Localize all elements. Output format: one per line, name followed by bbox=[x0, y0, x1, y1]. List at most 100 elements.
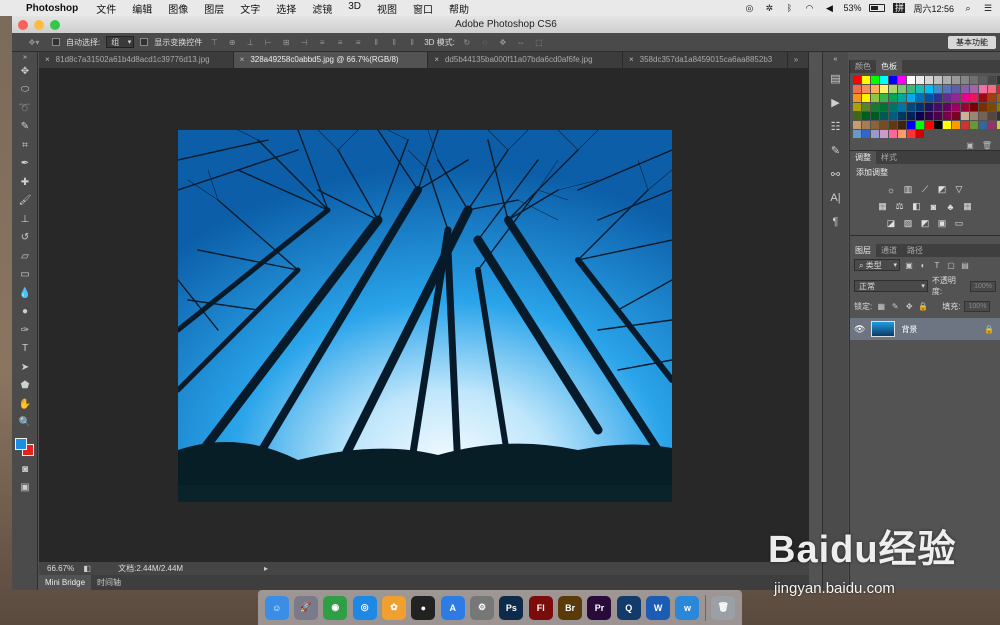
collapse-dock-icon[interactable]: « bbox=[823, 52, 848, 66]
swatch[interactable] bbox=[961, 85, 969, 93]
swatch[interactable] bbox=[943, 76, 951, 84]
swatch[interactable] bbox=[889, 121, 897, 129]
swatch[interactable] bbox=[988, 85, 996, 93]
swatch[interactable] bbox=[907, 130, 915, 138]
invert-icon[interactable]: ◪ bbox=[885, 218, 898, 229]
swatch[interactable] bbox=[943, 121, 951, 129]
swatch[interactable] bbox=[898, 76, 906, 84]
black-white-icon[interactable]: ◧ bbox=[910, 201, 923, 212]
swatch[interactable] bbox=[916, 130, 924, 138]
brush-panel-icon[interactable]: ✎ bbox=[823, 138, 848, 162]
swatch[interactable] bbox=[871, 94, 879, 102]
paragraph-panel-icon[interactable]: ¶ bbox=[823, 210, 848, 234]
distribute-right-icon[interactable]: ‖ bbox=[406, 37, 418, 48]
clock[interactable]: 周六12:56 bbox=[913, 2, 954, 15]
swatch[interactable] bbox=[916, 112, 924, 120]
swatch[interactable] bbox=[988, 112, 996, 120]
swatch[interactable] bbox=[961, 94, 969, 102]
brightness-icon[interactable]: ☼ bbox=[885, 184, 898, 195]
maximize-window-button[interactable] bbox=[50, 20, 60, 30]
clone-source-icon[interactable]: ⚯ bbox=[823, 162, 848, 186]
swatch[interactable] bbox=[907, 94, 915, 102]
opacity-input[interactable]: 100% bbox=[970, 280, 996, 292]
tab-adjustments[interactable]: 调整 bbox=[850, 151, 876, 164]
swatch[interactable] bbox=[925, 103, 933, 111]
swatch[interactable] bbox=[871, 103, 879, 111]
menu-item[interactable]: 3D bbox=[340, 1, 369, 16]
gradient-map-icon[interactable]: ▭ bbox=[953, 218, 966, 229]
bluetooth-icon[interactable]: ᛒ bbox=[783, 3, 795, 13]
swatch[interactable] bbox=[853, 103, 861, 111]
menu-item[interactable]: 视图 bbox=[369, 1, 405, 16]
swatch[interactable] bbox=[952, 85, 960, 93]
dock-app-trash[interactable]: 🗑 bbox=[711, 595, 736, 620]
swatch[interactable] bbox=[853, 130, 861, 138]
document-tab[interactable]: × dd5b44135ba000f11a07bda6cd0af6fe.jpg bbox=[428, 52, 623, 68]
swatch[interactable] bbox=[925, 94, 933, 102]
dock-app-wunderlist[interactable]: w bbox=[675, 595, 700, 620]
tab-channels[interactable]: 通道 bbox=[876, 244, 902, 257]
swatch[interactable] bbox=[916, 121, 924, 129]
close-tab-icon[interactable]: × bbox=[45, 55, 50, 64]
swatch[interactable] bbox=[988, 121, 996, 129]
swatch[interactable] bbox=[898, 112, 906, 120]
swatch[interactable] bbox=[898, 85, 906, 93]
swatch[interactable] bbox=[970, 94, 978, 102]
battery-icon[interactable] bbox=[869, 4, 886, 12]
spotlight-icon[interactable]: ⌕ bbox=[962, 3, 974, 13]
filter-type-icon[interactable]: T bbox=[932, 260, 942, 270]
tab-layers[interactable]: 图层 bbox=[850, 244, 876, 257]
menu-item[interactable]: 图层 bbox=[196, 1, 232, 16]
swatch[interactable] bbox=[979, 103, 987, 111]
swatch[interactable] bbox=[871, 130, 879, 138]
swatch[interactable] bbox=[943, 85, 951, 93]
brush-tool-icon[interactable]: 🖌 bbox=[12, 192, 38, 211]
tab-styles[interactable]: 样式 bbox=[876, 151, 902, 164]
shape-tool-icon[interactable]: ⬟ bbox=[12, 377, 38, 396]
foreground-color[interactable] bbox=[15, 438, 27, 450]
swatch[interactable] bbox=[880, 76, 888, 84]
pinwheel-icon[interactable]: ✲ bbox=[763, 3, 775, 13]
lock-position-icon[interactable]: ✥ bbox=[904, 302, 914, 312]
swatch[interactable] bbox=[916, 103, 924, 111]
align-left-icon[interactable]: ⊢ bbox=[262, 37, 274, 48]
clone-stamp-tool-icon[interactable]: ⊥ bbox=[12, 210, 38, 229]
swatch[interactable] bbox=[934, 112, 942, 120]
dock-app-chrome[interactable]: ◉ bbox=[323, 595, 348, 620]
lock-transparent-icon[interactable]: ▦ bbox=[876, 302, 886, 312]
new-swatch-icon[interactable]: ▣ bbox=[966, 141, 974, 150]
align-hcenter-icon[interactable]: ⊞ bbox=[280, 37, 292, 48]
filter-adjust-icon[interactable]: ◐ bbox=[918, 260, 928, 270]
color-lookup-icon[interactable]: ▦ bbox=[961, 201, 974, 212]
tab-mini-bridge[interactable]: Mini Bridge bbox=[39, 575, 92, 590]
swatch[interactable] bbox=[862, 130, 870, 138]
align-right-icon[interactable]: ⊣ bbox=[298, 37, 310, 48]
filter-pixel-icon[interactable]: ▣ bbox=[904, 260, 914, 270]
distribute-hcenter-icon[interactable]: ‖ bbox=[388, 37, 400, 48]
slide-3d-icon[interactable]: ⇔ bbox=[515, 37, 527, 48]
eyedropper-tool-icon[interactable]: ✒ bbox=[12, 155, 38, 174]
swatch[interactable] bbox=[907, 76, 915, 84]
swatch[interactable] bbox=[934, 121, 942, 129]
healing-brush-tool-icon[interactable]: ✚ bbox=[12, 173, 38, 192]
dock-app-flash[interactable]: Fl bbox=[528, 595, 553, 620]
swatch[interactable] bbox=[862, 103, 870, 111]
swatch[interactable] bbox=[880, 130, 888, 138]
zoom-tool-icon[interactable]: 🔍 bbox=[12, 414, 38, 433]
blend-mode-dropdown[interactable]: 正常 bbox=[854, 280, 928, 292]
swatch[interactable] bbox=[871, 112, 879, 120]
swatch[interactable] bbox=[943, 112, 951, 120]
workspace-switcher[interactable]: 基本功能 bbox=[948, 35, 996, 49]
menu-item[interactable]: 选择 bbox=[268, 1, 304, 16]
threshold-icon[interactable]: ◩ bbox=[919, 218, 932, 229]
swatch[interactable] bbox=[898, 103, 906, 111]
posterize-icon[interactable]: ▨ bbox=[902, 218, 915, 229]
move-tool-icon[interactable]: ✥ bbox=[12, 62, 38, 81]
swatch[interactable] bbox=[934, 103, 942, 111]
forest-sky-photo[interactable] bbox=[178, 130, 672, 502]
swatch[interactable] bbox=[853, 112, 861, 120]
swatch[interactable] bbox=[880, 112, 888, 120]
layer-kind-filter[interactable]: ⌕ 类型 bbox=[854, 259, 900, 271]
swatch[interactable] bbox=[979, 112, 987, 120]
swatch[interactable] bbox=[871, 85, 879, 93]
